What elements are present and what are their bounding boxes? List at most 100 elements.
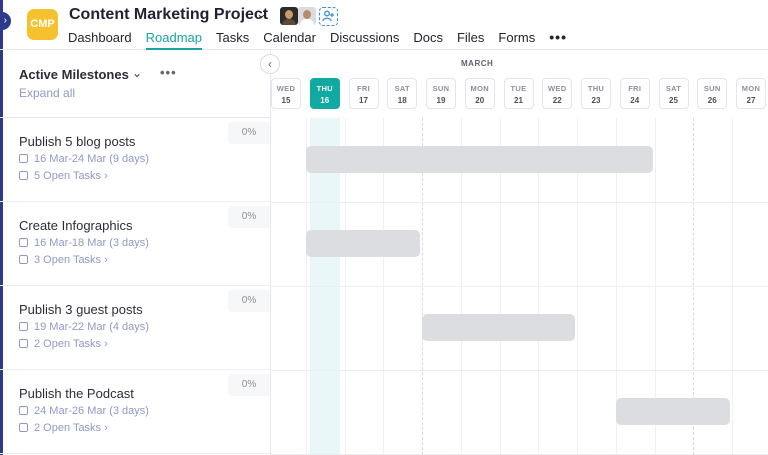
day-name: WED (276, 84, 296, 93)
day-number: 24 (630, 96, 640, 105)
day-name: WED (548, 84, 567, 93)
open-tasks-label: 5 Open Tasks (34, 170, 102, 182)
day-name: TUE (510, 84, 527, 93)
day-header-17: FRI 17 (348, 78, 379, 109)
list-item[interactable]: 0% Publish 3 guest posts 19 Mar-22 Mar (… (0, 286, 270, 370)
day-header-21: TUE 21 (503, 78, 534, 109)
day-number: 15 (281, 96, 291, 105)
milestone-bar[interactable] (305, 230, 421, 257)
day-name: MON (470, 84, 489, 93)
day-number: 17 (359, 96, 368, 105)
tab-files[interactable]: Files (457, 30, 484, 50)
chevron-down-icon[interactable]: ⌄ (256, 6, 267, 22)
row-separator (271, 370, 768, 371)
milestone-dates: 24 Mar-26 Mar (3 days) (34, 405, 149, 417)
task-list-icon (19, 339, 28, 348)
milestone-dates: 19 Mar-22 Mar (4 days) (34, 321, 149, 333)
chevron-right-icon: › (104, 338, 108, 350)
header: CMP Content Marketing Project ⌄ Dashboar… (0, 0, 768, 50)
expand-all-link[interactable]: Expand all (19, 86, 75, 100)
day-header-20: MON 20 (464, 78, 495, 109)
roadmap-page: › CMP Content Marketing Project ⌄ Dashbo… (0, 0, 768, 455)
day-header-19: SUN 19 (426, 78, 456, 109)
progress-badge: 0% (228, 374, 270, 396)
day-number: 26 (707, 96, 717, 105)
roadmap-timeline: MARCH WED 15 THU 16 FRI 17 SAT 18 SUN 19 MON 20 TUE 2… (271, 51, 768, 455)
day-number: 16 (320, 96, 330, 105)
chevron-left-icon[interactable]: ‹ (260, 54, 280, 74)
tab-dashboard[interactable]: Dashboard (68, 30, 132, 50)
list-item[interactable]: 0% Create Infographics 16 Mar-18 Mar (3 … (0, 202, 270, 286)
avatar[interactable] (280, 7, 298, 25)
progress-badge: 0% (228, 122, 270, 144)
task-list-icon (19, 255, 28, 264)
milestone-bar[interactable] (422, 314, 576, 341)
milestone-name[interactable]: Create Infographics (19, 218, 132, 233)
tab-calendar[interactable]: Calendar (263, 30, 316, 50)
day-header-23: THU 23 (581, 78, 611, 109)
day-number: 23 (591, 96, 601, 105)
person-plus-icon[interactable] (319, 7, 338, 26)
milestone-list: 0% Publish 5 blog posts 16 Mar-24 Mar (9… (0, 118, 270, 454)
day-name: MON (741, 84, 761, 93)
list-item[interactable]: 0% Publish 5 blog posts 16 Mar-24 Mar (9… (0, 118, 270, 202)
task-list-icon (19, 423, 28, 432)
task-list-icon (19, 171, 28, 180)
chevron-down-icon[interactable]: ⌄ (132, 66, 142, 80)
milestone-name[interactable]: Publish the Podcast (19, 386, 134, 401)
tab-roadmap[interactable]: Roadmap (145, 30, 202, 50)
progress-badge: 0% (228, 290, 270, 312)
milestone-bar[interactable] (305, 146, 653, 173)
day-header-18: SAT 18 (387, 78, 418, 109)
more-icon[interactable]: ••• (549, 30, 567, 50)
more-icon[interactable]: ••• (160, 65, 177, 80)
open-tasks-link[interactable]: 3 Open Tasks › (19, 254, 108, 266)
milestone-bar[interactable] (615, 398, 731, 425)
day-number: 21 (514, 96, 523, 105)
open-tasks-link[interactable]: 2 Open Tasks › (19, 422, 108, 434)
list-item[interactable]: 0% Publish the Podcast 24 Mar-26 Mar (3 … (0, 370, 270, 454)
row-separator (271, 202, 768, 203)
project-title[interactable]: Content Marketing Project (69, 6, 268, 24)
day-number: 20 (475, 96, 485, 105)
day-number: 22 (552, 96, 562, 105)
open-tasks-link[interactable]: 2 Open Tasks › (19, 338, 108, 350)
milestones-panel-header: Active Milestones ⌄ ••• Expand all (0, 51, 270, 118)
row-separator (271, 286, 768, 287)
open-tasks-label: 2 Open Tasks (34, 338, 102, 350)
avatar[interactable] (298, 7, 316, 25)
progress-badge: 0% (228, 206, 270, 228)
day-header-16: THU 16 (309, 78, 340, 109)
day-header-27: MON 27 (736, 78, 766, 109)
nav-tabs: Dashboard Roadmap Tasks Calendar Discuss… (68, 30, 567, 50)
open-tasks-label: 3 Open Tasks (34, 254, 102, 266)
milestone-name[interactable]: Publish 3 guest posts (19, 302, 143, 317)
milestone-name[interactable]: Publish 5 blog posts (19, 134, 135, 149)
day-name: THU (316, 84, 333, 93)
day-header-24: FRI 24 (619, 78, 650, 109)
chevron-right-icon: › (104, 170, 108, 182)
tab-discussions[interactable]: Discussions (330, 30, 399, 50)
project-logo[interactable]: CMP (27, 9, 58, 40)
open-tasks-link[interactable]: 5 Open Tasks › (19, 170, 108, 182)
day-header-25: SAT 25 (658, 78, 689, 109)
day-name: SAT (394, 84, 410, 93)
calendar-icon (19, 154, 28, 163)
day-number: 27 (746, 96, 756, 105)
day-name: SAT (665, 84, 682, 93)
day-header-26: SUN 26 (697, 78, 728, 109)
day-number: 19 (436, 96, 446, 105)
day-name: SUN (703, 84, 721, 93)
day-name: FRI (628, 84, 642, 93)
tab-tasks[interactable]: Tasks (216, 30, 249, 50)
open-tasks-label: 2 Open Tasks (34, 422, 102, 434)
tab-docs[interactable]: Docs (413, 30, 443, 50)
day-headers: WED 15 THU 16 FRI 17 SAT 18 SUN 19 MON 20 TUE 21 WED 22… (271, 78, 768, 110)
calendar-icon (19, 238, 28, 247)
day-name: SUN (432, 84, 450, 93)
panel-title[interactable]: Active Milestones (19, 67, 129, 82)
milestone-dates: 16 Mar-18 Mar (3 days) (34, 237, 149, 249)
day-number: 25 (669, 96, 678, 105)
tab-forms[interactable]: Forms (498, 30, 535, 50)
day-name: THU (587, 84, 605, 93)
